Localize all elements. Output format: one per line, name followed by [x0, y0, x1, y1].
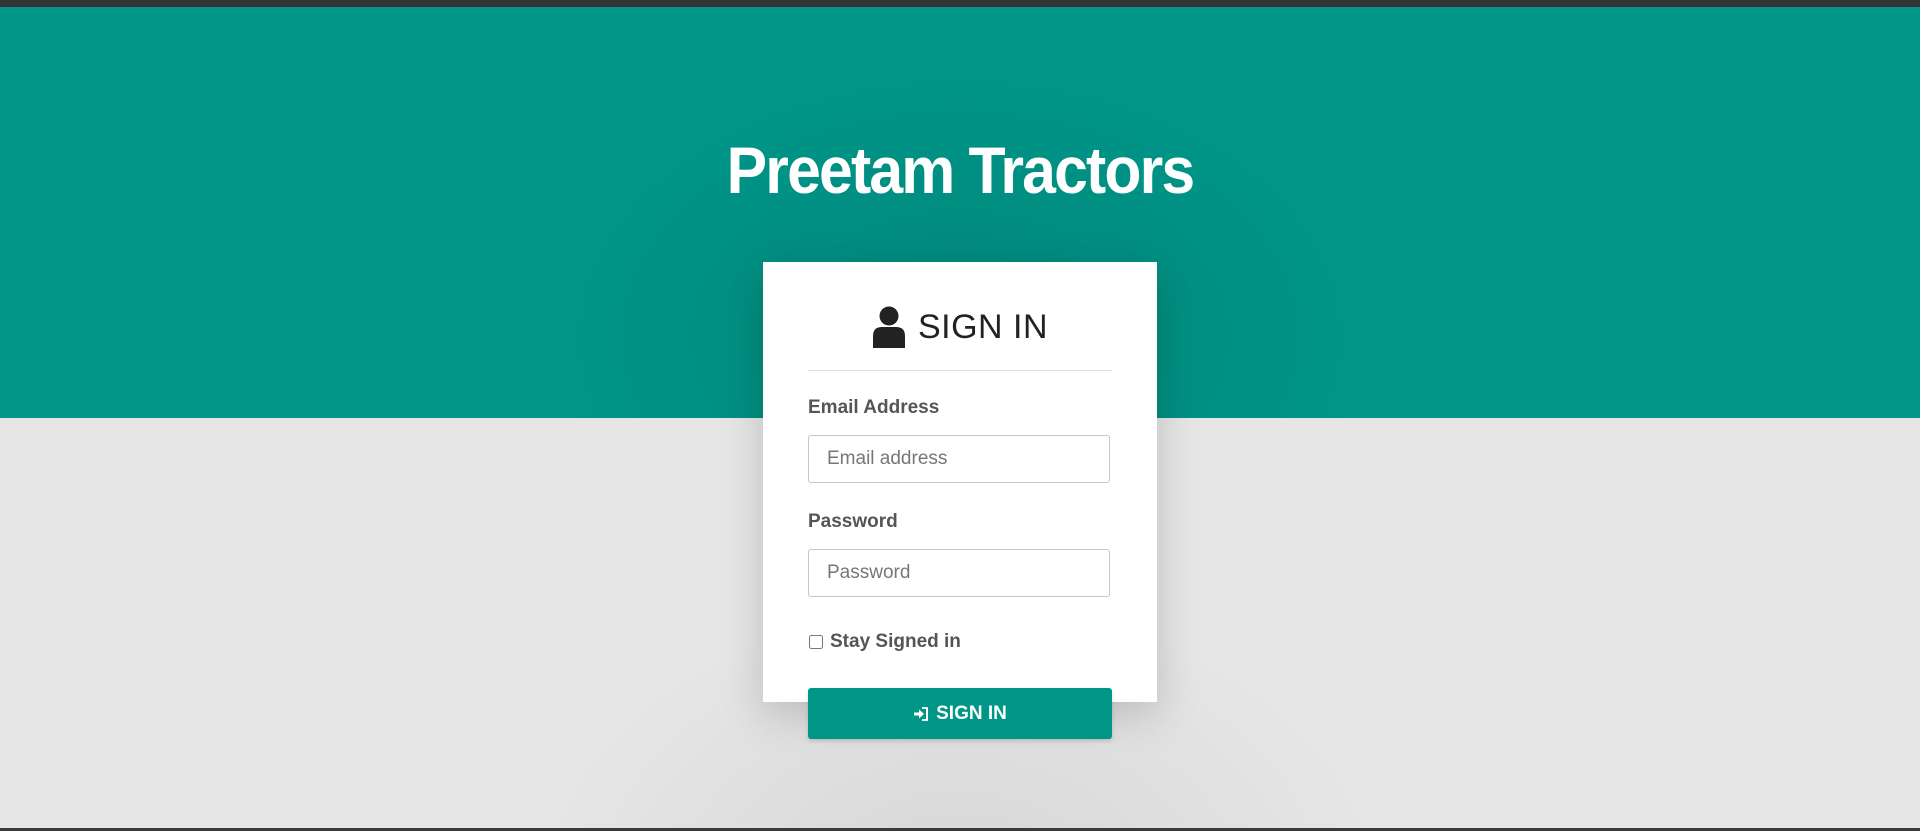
- brand-title: Preetam Tractors: [726, 133, 1196, 207]
- password-input[interactable]: [808, 549, 1110, 597]
- sign-in-button[interactable]: SIGN IN: [808, 688, 1112, 739]
- sign-in-button-label: SIGN IN: [936, 702, 1007, 724]
- stay-signed-in-checkbox[interactable]: [809, 635, 823, 649]
- card-title: SIGN IN: [917, 307, 1049, 346]
- card-header: SIGN IN: [808, 302, 1112, 352]
- stay-signed-in-label[interactable]: Stay Signed in: [830, 631, 961, 653]
- email-label: Email Address: [808, 397, 940, 418]
- card-divider: [808, 370, 1112, 371]
- email-input[interactable]: [808, 435, 1110, 483]
- top-strip: [0, 0, 1920, 7]
- remember-row: Stay Signed in: [808, 629, 961, 655]
- login-card: SIGN IN Email Address Password Stay Sign…: [763, 262, 1157, 702]
- password-label: Password: [808, 511, 898, 532]
- user-icon: [872, 306, 905, 348]
- sign-in-icon: [914, 706, 929, 721]
